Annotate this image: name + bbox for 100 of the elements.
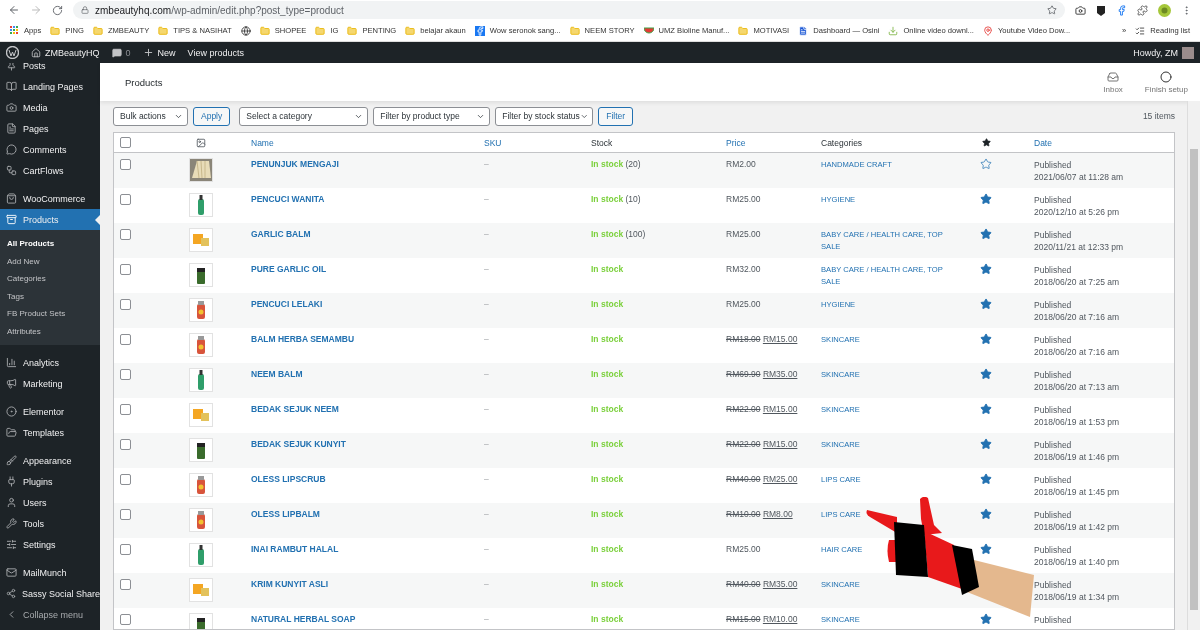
sidebar-item[interactable]: Appearance xyxy=(0,450,100,471)
sidebar-item[interactable]: Settings xyxy=(0,534,100,555)
back-icon[interactable] xyxy=(8,4,20,16)
sidebar-item[interactable]: Templates xyxy=(0,422,100,443)
sidebar-item[interactable]: CartFlows xyxy=(0,160,100,181)
new-link[interactable]: New xyxy=(142,47,176,58)
checkbox[interactable] xyxy=(120,439,131,450)
product-name[interactable]: KRIM KUNYIT ASLI xyxy=(251,579,329,589)
sidebar-item[interactable]: Comments xyxy=(0,139,100,160)
sidebar-item[interactable]: Posts xyxy=(0,63,100,76)
submenu-item[interactable]: Categories xyxy=(0,270,100,288)
wordpress-logo[interactable] xyxy=(6,46,19,59)
checkbox[interactable] xyxy=(120,334,131,345)
sidebar-item[interactable]: Marketing xyxy=(0,373,100,394)
sidebar-item[interactable]: Users xyxy=(0,492,100,513)
camera-icon[interactable] xyxy=(1075,4,1086,16)
sidebar-item[interactable]: Plugins xyxy=(0,471,100,492)
checkbox[interactable] xyxy=(120,159,131,170)
featured-star-icon[interactable] xyxy=(980,158,992,170)
product-name[interactable]: OLESS LIPSCRUB xyxy=(251,474,326,484)
puzzle-icon[interactable] xyxy=(1137,4,1148,16)
sidebar-item[interactable]: Pages xyxy=(0,118,100,139)
sidebar-item[interactable]: Landing Pages xyxy=(0,76,100,97)
sidebar-item[interactable]: MailMunch xyxy=(0,562,100,583)
submenu-item[interactable]: Attributes xyxy=(0,322,100,340)
product-name[interactable]: INAI RAMBUT HALAL xyxy=(251,544,339,554)
plug-icon xyxy=(6,476,17,487)
featured-star-icon[interactable] xyxy=(980,263,992,275)
product-name[interactable]: OLESS LIPBALM xyxy=(251,509,320,519)
profile-icon[interactable] xyxy=(1158,3,1171,17)
scrollbar[interactable] xyxy=(1187,101,1200,630)
submenu-item[interactable]: Add New xyxy=(0,252,100,270)
featured-star-icon[interactable] xyxy=(980,333,992,345)
apply-button[interactable]: Apply xyxy=(193,106,231,126)
featured-star-icon[interactable] xyxy=(980,403,992,415)
filter-select[interactable]: Filter by product type xyxy=(373,106,491,126)
checkbox[interactable] xyxy=(120,369,131,380)
featured-star-icon[interactable] xyxy=(980,473,992,485)
checkbox[interactable] xyxy=(120,299,131,310)
featured-star-icon[interactable] xyxy=(980,438,992,450)
sidebar-item[interactable]: Products xyxy=(0,209,100,230)
product-name[interactable]: PURE GARLIC OIL xyxy=(251,264,327,274)
sidebar-item[interactable]: Collapse menu xyxy=(0,604,100,625)
product-name[interactable]: NATURAL HERBAL SOAP xyxy=(251,614,356,624)
sidebar-item[interactable]: WooCommerce xyxy=(0,188,100,209)
featured-star-icon[interactable] xyxy=(980,613,992,625)
checkbox[interactable] xyxy=(120,544,131,555)
checkbox[interactable] xyxy=(120,229,131,240)
product-name[interactable]: GARLIC BALM xyxy=(251,229,311,239)
product-name[interactable]: PENCUCI WANITA xyxy=(251,194,325,204)
checkbox[interactable] xyxy=(120,194,131,205)
product-name[interactable]: PENUNJUK MENGAJI xyxy=(251,159,339,169)
featured-star-icon[interactable] xyxy=(980,508,992,520)
featured-star-icon[interactable] xyxy=(980,368,992,380)
column-header[interactable]: Date xyxy=(1034,136,1174,149)
header-action[interactable]: Finish setup xyxy=(1144,70,1188,94)
checkbox[interactable] xyxy=(120,579,131,590)
product-name[interactable]: BALM HERBA SEMAMBU xyxy=(251,334,355,344)
site-link[interactable]: ZMBeautyHQ xyxy=(31,47,100,58)
publish-date: 2018/06/20 at 7:25 am xyxy=(1034,276,1121,288)
facebook-icon[interactable] xyxy=(1116,4,1127,16)
submenu-item[interactable]: Tags xyxy=(0,287,100,305)
featured-star-icon[interactable] xyxy=(980,193,992,205)
sidebar-item[interactable]: Analytics xyxy=(0,352,100,373)
featured-star-icon[interactable] xyxy=(980,543,992,555)
checkbox[interactable] xyxy=(120,404,131,415)
price-text: RM22.00 RM15.00 xyxy=(726,404,798,414)
account-menu[interactable]: Howdy, ZM xyxy=(1133,46,1194,59)
filter-button[interactable]: Filter xyxy=(598,106,634,126)
product-name[interactable]: PENCUCI LELAKI xyxy=(251,299,323,309)
checkbox[interactable] xyxy=(120,614,131,625)
column-header[interactable]: Name xyxy=(251,137,274,148)
submenu-item[interactable]: FB Product Sets xyxy=(0,305,100,323)
submenu-item[interactable]: All Products xyxy=(0,235,100,253)
folder-icon xyxy=(259,25,270,36)
filter-select[interactable]: Filter by stock status xyxy=(495,106,594,126)
sidebar-item[interactable]: Sassy Social Share xyxy=(0,583,100,604)
featured-star-icon[interactable] xyxy=(980,228,992,240)
product-name[interactable]: BEDAK SEJUK NEEM xyxy=(251,404,339,414)
comments-link[interactable]: 0 xyxy=(111,47,131,58)
header-action[interactable]: Inbox xyxy=(1103,70,1123,94)
address-bar[interactable]: zmbeautyhq.com/wp-admin/edit.php?post_type=product xyxy=(73,1,1065,19)
bulk-actions-select[interactable]: Bulk actions xyxy=(113,106,188,126)
column-header[interactable]: Price xyxy=(726,137,746,148)
sidebar-item[interactable]: Tools xyxy=(0,513,100,534)
globe-icon[interactable] xyxy=(240,25,251,36)
checkbox[interactable] xyxy=(120,264,131,275)
reload-icon[interactable] xyxy=(52,4,63,16)
star-icon[interactable] xyxy=(1047,5,1057,15)
product-name[interactable]: NEEM BALM xyxy=(251,369,303,379)
column-header[interactable]: SKU xyxy=(484,137,502,148)
checkbox[interactable] xyxy=(120,509,131,520)
checkbox[interactable] xyxy=(120,137,131,148)
filter-select[interactable]: Select a category xyxy=(239,106,369,126)
featured-star-icon[interactable] xyxy=(980,298,992,310)
product-name[interactable]: BEDAK SEJUK KUNYIT xyxy=(251,439,346,449)
view-products-link[interactable]: View products xyxy=(187,47,244,58)
sidebar-item[interactable]: Media xyxy=(0,97,100,118)
sidebar-item[interactable]: Elementor xyxy=(0,401,100,422)
checkbox[interactable] xyxy=(120,474,131,485)
